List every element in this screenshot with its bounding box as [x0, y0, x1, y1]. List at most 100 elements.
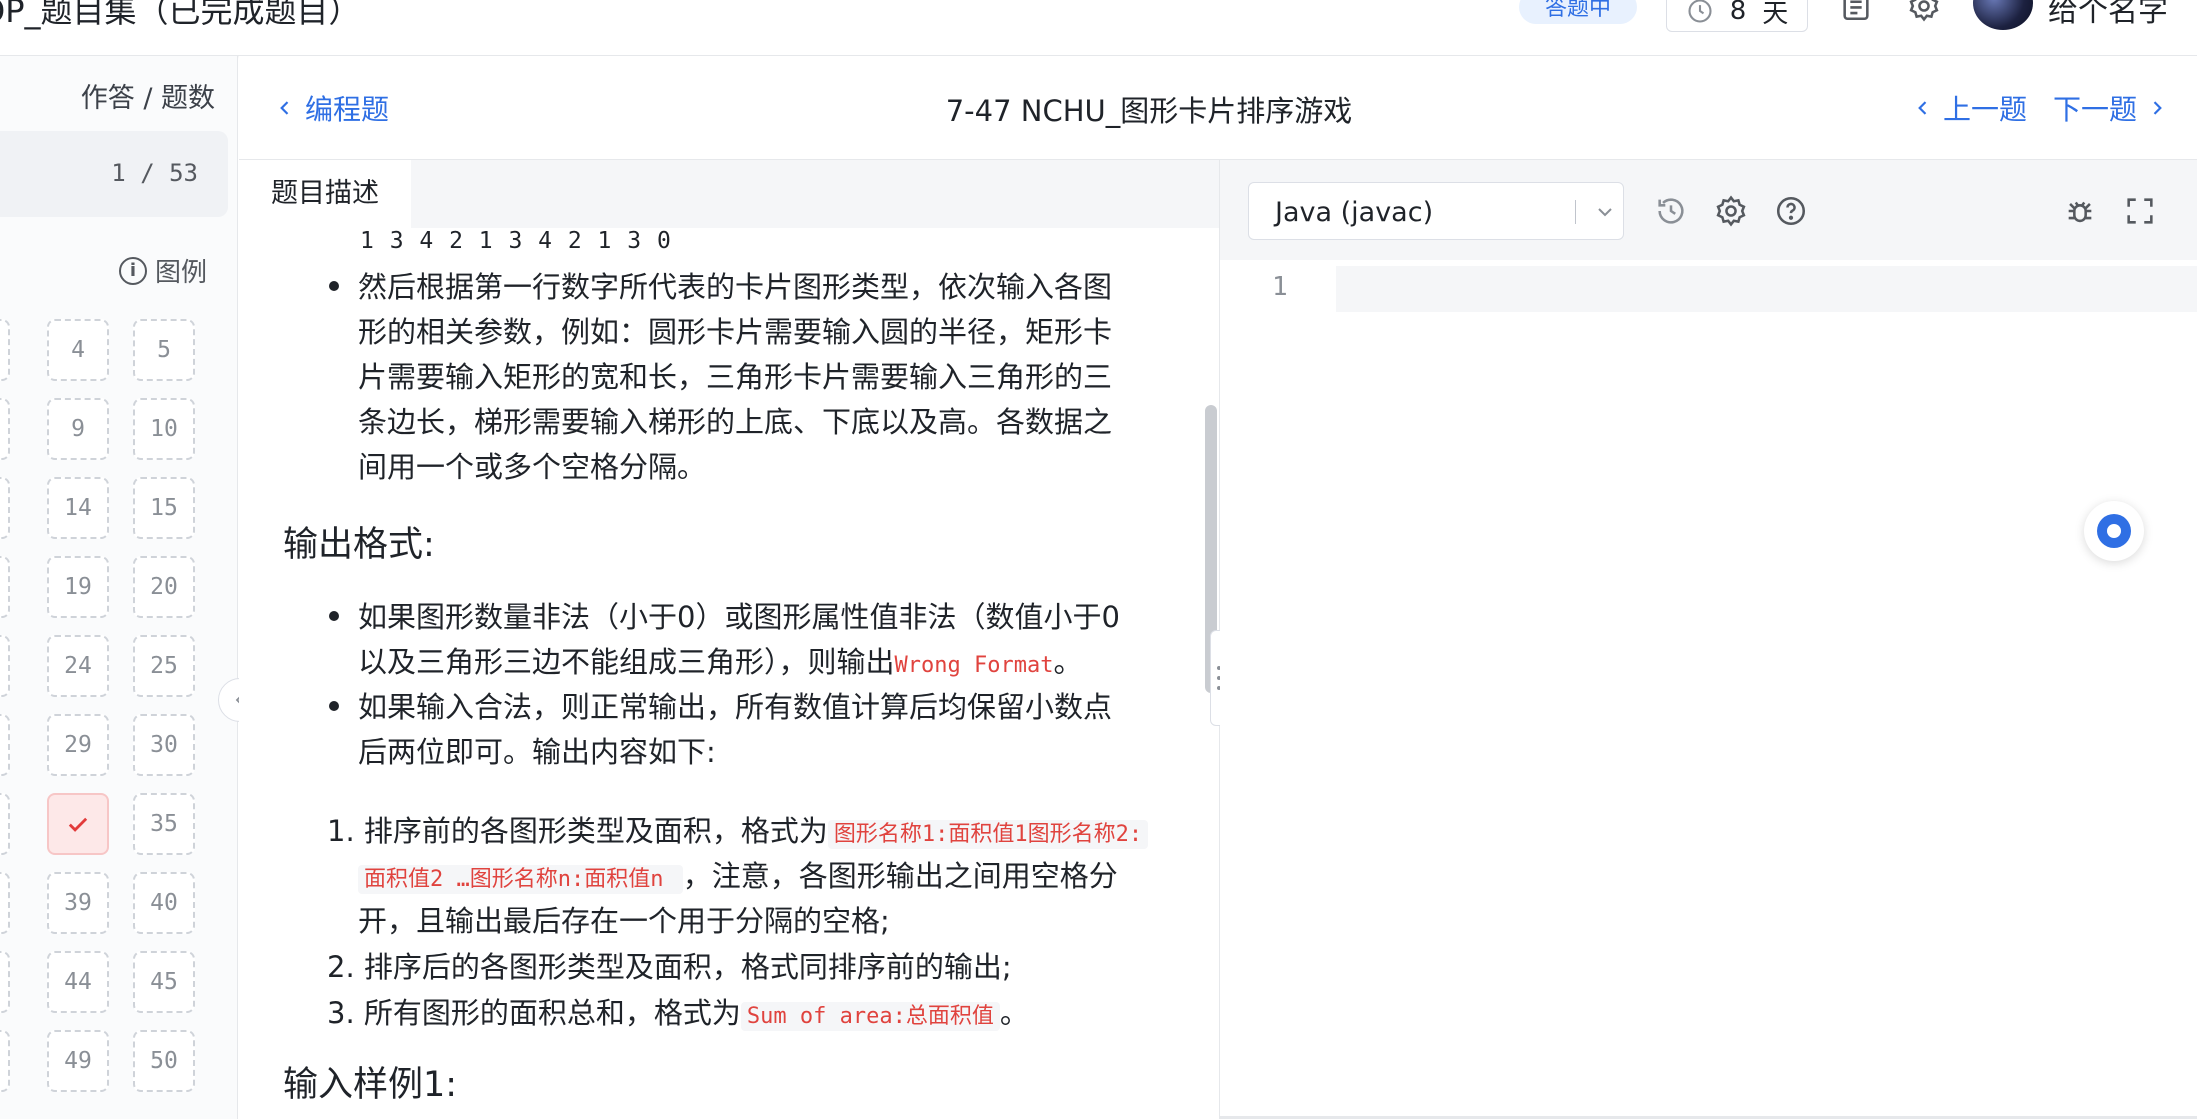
avatar[interactable]: [1973, 0, 2033, 30]
question-cell[interactable]: 25: [133, 635, 195, 697]
timer-unit: 天: [1762, 0, 1789, 29]
list-item: 2. 排序后的各图形类型及面积，格式同排序前的输出;: [327, 950, 1012, 984]
question-cell[interactable]: 39: [47, 872, 109, 934]
bullet: [329, 701, 339, 711]
question-cell-partial[interactable]: [0, 635, 10, 697]
inline-code: Wrong Format: [894, 653, 1054, 678]
question-cell[interactable]: 10: [133, 398, 195, 460]
question-cell[interactable]: 14: [47, 477, 109, 539]
question-cell[interactable]: 35: [133, 793, 195, 855]
debug-icon[interactable]: [2063, 194, 2097, 228]
question-cell[interactable]: 15: [133, 477, 195, 539]
history-icon[interactable]: [1654, 194, 1688, 228]
question-cell[interactable]: 45: [133, 951, 195, 1013]
code-editor[interactable]: 1: [1220, 260, 2197, 1119]
chevron-right-icon: [2153, 101, 2162, 115]
legend-label: 图例: [154, 258, 207, 288]
description-text: 以及三角形三边不能组成三角形），则输出: [358, 645, 895, 679]
question-cell-partial[interactable]: [0, 477, 10, 539]
tab-description[interactable]: 题目描述: [239, 160, 411, 228]
question-cell[interactable]: 30: [133, 714, 195, 776]
top-bar: OP_题目集（已完成题目） 答题中 8 天 给个名字: [0, 0, 2197, 56]
output-format-heading: 输出格式:: [283, 525, 435, 565]
problem-title: 7-47 NCHU_图形卡片排序游戏: [945, 94, 1353, 128]
progress-box: 1 / 53: [0, 131, 228, 217]
question-cell-partial[interactable]: [0, 951, 10, 1013]
description-text: 。: [1053, 645, 1083, 679]
notes-button[interactable]: [1838, 0, 1874, 24]
inline-code: Sum of area:总面积值: [740, 1002, 1000, 1031]
help-icon[interactable]: [1774, 194, 1808, 228]
problem-description: 1 3 4 2 1 3 4 2 1 3 0 然后根据第一行数字所代表的卡片图形类…: [239, 228, 1219, 1119]
list-item-continuation: 面积值2 …图形名称n:面积值n ，注意，各图形输出之间用空格分: [358, 853, 1118, 895]
line-number: 1: [1272, 272, 1288, 302]
chevron-left-icon: [1918, 101, 1927, 115]
status-badge: 答题中: [1519, 0, 1637, 24]
question-cell[interactable]: 40: [133, 872, 195, 934]
example-sequence: 1 3 4 2 1 3 4 2 1 3 0: [360, 228, 672, 254]
description-text: 3. 所有图形的面积总和，格式为: [327, 996, 741, 1030]
question-cell-partial[interactable]: [0, 398, 10, 460]
question-cell-partial[interactable]: [0, 872, 10, 934]
problem-header: 编程题 7-47 NCHU_图形卡片排序游戏 上一题 下一题: [239, 56, 2197, 160]
question-cell[interactable]: 50: [133, 1030, 195, 1092]
question-cell[interactable]: 5: [133, 319, 195, 381]
editor-toolbar: Java (javac): [1220, 160, 2197, 260]
list-item: 3. 所有图形的面积总和，格式为 Sum of area:总面积值。: [327, 990, 1029, 1032]
question-cell-partial[interactable]: [0, 319, 10, 381]
bullet: [329, 611, 339, 621]
description-line: 片需要输入矩形的宽和长，三角形卡片需要输入三角形的三: [358, 360, 1113, 394]
inline-code: 图形名称1:面积值1图形名称2:: [827, 820, 1149, 849]
description-text: ，注意，各图形输出之间用空格分: [682, 859, 1118, 893]
description-line: 然后根据第一行数字所代表的卡片图形类型，依次输入各图: [358, 270, 1113, 304]
question-cell-partial[interactable]: [0, 1030, 10, 1092]
legend-button[interactable]: i 图例: [118, 252, 207, 289]
question-cell[interactable]: 24: [47, 635, 109, 697]
question-cell-partial[interactable]: [0, 714, 10, 776]
clock-icon: [1688, 0, 1712, 23]
gear-icon[interactable]: [1714, 194, 1748, 228]
assistant-float-button[interactable]: [2084, 501, 2144, 561]
username[interactable]: 给个名字: [2048, 0, 2168, 30]
check-icon: [68, 817, 88, 832]
question-cell-done[interactable]: [47, 793, 109, 855]
current-line-highlight: [1336, 266, 2197, 312]
bullet: [329, 281, 339, 291]
problem-nav: 上一题 下一题: [1913, 88, 2167, 128]
question-cell[interactable]: 44: [47, 951, 109, 1013]
description-line: 如果输入合法，则正常输出，所有数值计算后均保留小数点: [358, 690, 1113, 724]
description-line: 以及三角形三边不能组成三角形），则输出Wrong Format。: [358, 639, 1082, 681]
description-line: 形的相关参数，例如：圆形卡片需要输入圆的半径，矩形卡: [358, 315, 1113, 349]
question-cell[interactable]: 20: [133, 556, 195, 618]
sample-input-heading: 输入样例1:: [283, 1065, 458, 1105]
list-item-continuation: 开，且输出最后存在一个用于分隔的空格;: [358, 904, 890, 938]
fullscreen-icon[interactable]: [2123, 194, 2157, 228]
prev-label: 上一题: [1942, 93, 2027, 126]
question-cell[interactable]: 9: [47, 398, 109, 460]
question-cell[interactable]: 49: [47, 1030, 109, 1092]
question-cell[interactable]: 19: [47, 556, 109, 618]
language-value: Java (javac): [1275, 197, 1434, 228]
question-cell-partial[interactable]: [0, 556, 10, 618]
question-navigator: 作答 / 题数 1 / 53 i 图例 4 5 9 10 14 15 19 20…: [0, 56, 238, 1119]
next-problem-link[interactable]: 下一题: [2053, 88, 2167, 128]
question-cell[interactable]: 29: [47, 714, 109, 776]
timer[interactable]: 8 天: [1666, 0, 1808, 32]
timer-value: 8: [1729, 0, 1747, 26]
description-line: 后两位即可。输出内容如下:: [358, 735, 716, 769]
settings-button[interactable]: [1906, 0, 1942, 24]
list-item: 1. 排序前的各图形类型及面积，格式为 图形名称1:面积值1图形名称2:: [327, 808, 1149, 850]
document-icon: [1843, 0, 1869, 21]
description-line: 条边长，梯形需要输入梯形的上底、下底以及高。各数据之: [358, 405, 1113, 439]
question-cell[interactable]: 4: [47, 319, 109, 381]
next-label: 下一题: [2052, 93, 2137, 126]
chevron-down-icon: [1598, 208, 1612, 217]
select-separator: [1575, 200, 1576, 224]
problem-set-title: OP_题目集（已完成题目）: [0, 0, 361, 30]
info-icon: i: [118, 256, 147, 285]
description-line: 如果图形数量非法（小于0）或图形属性值非法（数值小于0: [358, 600, 1120, 634]
progress-count: 1 / 53: [111, 159, 198, 187]
language-select[interactable]: Java (javac): [1248, 182, 1624, 240]
question-cell-partial[interactable]: [0, 793, 10, 855]
prev-problem-link[interactable]: 上一题: [1913, 88, 2027, 128]
